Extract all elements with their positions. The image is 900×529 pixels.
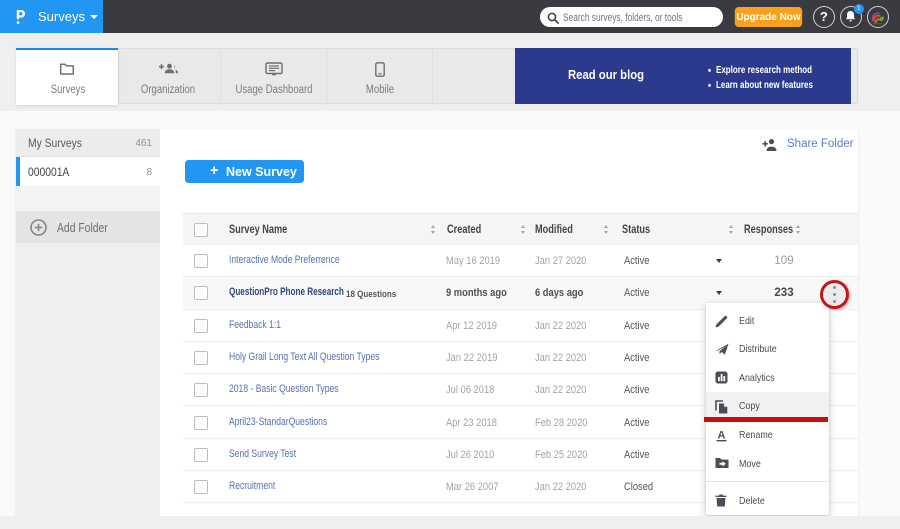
svg-text:A: A <box>718 429 726 441</box>
